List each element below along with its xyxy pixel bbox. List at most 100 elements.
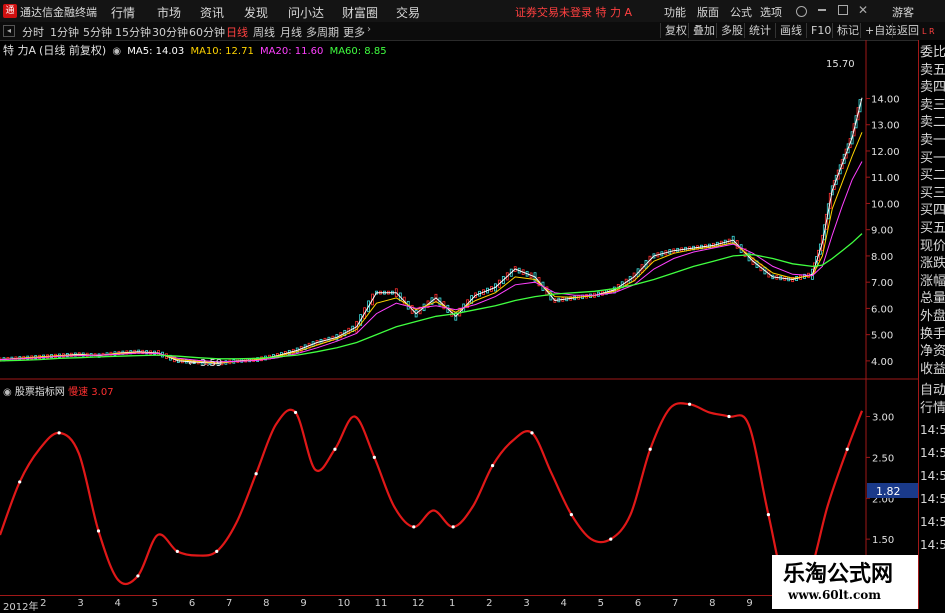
back-button[interactable]: 返回	[892, 23, 923, 38]
period-weekly[interactable]: 周线	[253, 24, 275, 40]
more-chevron-icon[interactable]: ›	[367, 24, 371, 35]
sidebar-item[interactable]: 买四	[920, 202, 945, 220]
series-ma20-line	[0, 161, 863, 363]
menu-trade[interactable]: 交易	[396, 4, 420, 21]
sidebar-item[interactable]: 买一	[920, 150, 945, 168]
xaxis-label: 11	[374, 598, 388, 609]
period-60min[interactable]: 60分钟	[189, 24, 225, 40]
series-slow-point	[333, 447, 337, 451]
menu-news[interactable]: 资讯	[200, 4, 224, 21]
sidebar-time: 14:50	[920, 515, 945, 529]
maximize-icon[interactable]	[838, 5, 848, 15]
restore-rights-button[interactable]: 复权	[660, 23, 691, 38]
sidebar-corner: L R	[922, 27, 935, 36]
sidebar-item[interactable]: 自动	[920, 382, 945, 400]
sidebar-item[interactable]: 净资	[920, 343, 945, 361]
period-30min[interactable]: 30分钟	[152, 24, 188, 40]
series-slow-point	[569, 513, 573, 517]
sidebar-item[interactable]: 卖五	[920, 62, 945, 80]
sidebar-item[interactable]: 买二	[920, 167, 945, 185]
xaxis-label: 5	[151, 598, 159, 609]
sidebar-item[interactable]: 委比	[920, 44, 945, 62]
sidebar-time: 14:50	[920, 538, 945, 552]
series-slow-point	[18, 480, 22, 484]
sidebar-time: 14:50	[920, 492, 945, 506]
sidebar-item[interactable]: 换手	[920, 326, 945, 344]
series-slow-point	[766, 513, 771, 517]
xaxis-label: 6	[634, 598, 642, 609]
period-1min[interactable]: 1分钟	[50, 24, 79, 40]
mark-button[interactable]: 标记	[832, 23, 863, 38]
watermark-url: www.60lt.com	[788, 588, 881, 602]
guest-label[interactable]: 游客	[892, 4, 914, 20]
main-ytick-label: 12.00	[871, 147, 900, 158]
sub-ytick-label: 1.50	[872, 535, 894, 546]
period-15min[interactable]: 15分钟	[115, 24, 151, 40]
sidebar-time: 14:50	[920, 469, 945, 483]
sidebar-item[interactable]: 买五	[920, 220, 945, 238]
xaxis-label: 3	[523, 598, 530, 609]
overlay-button[interactable]: 叠加	[688, 23, 719, 38]
sidebar-item[interactable]: 收益	[920, 361, 945, 379]
sidebar-item[interactable]: 行情	[920, 400, 945, 418]
menu-options[interactable]: 选项	[760, 4, 782, 20]
menu-wealth[interactable]: 财富圈	[342, 4, 378, 21]
sub-ytick-label: 3.00	[872, 413, 894, 424]
price-chart[interactable]: 14.00 13.00 12.00 11.00 10.00 9.00 8.00 7.00 6.0…	[0, 40, 918, 380]
series-slow-point	[845, 447, 849, 451]
menu-market-quotes[interactable]: 行情	[111, 4, 135, 21]
sidebar-item[interactable]: 卖二	[920, 114, 945, 132]
period-more[interactable]: 更多	[343, 24, 365, 40]
multi-stock-button[interactable]: 多股	[716, 23, 747, 38]
series-ma5-line	[0, 97, 863, 365]
sidebar-item[interactable]: 涨幅	[920, 273, 945, 291]
sidebar-item[interactable]: 现价	[920, 238, 945, 256]
series-ma60-line	[0, 233, 863, 362]
menu-market[interactable]: 市场	[157, 4, 181, 21]
statistics-button[interactable]: 统计	[744, 23, 775, 38]
xaxis-label: 1	[448, 598, 456, 609]
login-status: 证券交易未登录 特 力 A	[515, 6, 633, 19]
f10-button[interactable]: F10	[806, 23, 835, 38]
period-5min[interactable]: 5分钟	[83, 24, 112, 40]
menu-discover[interactable]: 发现	[244, 4, 268, 21]
draw-line-button[interactable]: 画线	[775, 23, 806, 38]
period-monthly[interactable]: 月线	[280, 24, 302, 40]
sidebar-item[interactable]: 总量	[920, 290, 945, 308]
sidebar-time: 14:50	[920, 446, 945, 460]
sidebar-item[interactable]: 涨跌	[920, 255, 945, 273]
xaxis-label: 9	[300, 598, 307, 609]
menu-ask[interactable]: 问小达	[288, 4, 324, 21]
sidebar-item[interactable]: 卖一	[920, 132, 945, 150]
series-slow-point	[175, 549, 179, 553]
xaxis-label: 9	[746, 598, 753, 609]
xaxis-label: 3	[77, 598, 84, 609]
period-multi[interactable]: 多周期	[306, 24, 339, 40]
series-slow-point	[57, 431, 61, 435]
main-ytick-label: 10.00	[871, 199, 900, 210]
xaxis-label: 8	[709, 598, 716, 609]
menu-layout[interactable]: 版面	[697, 4, 719, 20]
series-slow-line	[0, 402, 864, 595]
sidebar-item[interactable]: 卖三	[920, 97, 945, 115]
nav-left-icon[interactable]: ◂	[3, 25, 15, 37]
series-slow-point	[254, 472, 258, 476]
main-ytick-label: 14.00	[871, 94, 900, 105]
series-slow-point	[412, 525, 416, 529]
period-intraday[interactable]: 分时	[22, 24, 44, 40]
sidebar-item[interactable]: 外盘	[920, 308, 945, 326]
help-icon[interactable]	[796, 6, 807, 17]
close-icon[interactable]: ✕	[858, 3, 868, 17]
xaxis-label: 2012年	[3, 602, 39, 613]
minimize-icon[interactable]	[818, 9, 826, 11]
xaxis-label: 7	[225, 598, 233, 609]
menu-formula[interactable]: 公式	[730, 4, 752, 20]
sidebar-item[interactable]: 买三	[920, 185, 945, 203]
series-ma10-line	[0, 132, 863, 364]
menu-functions[interactable]: 功能	[664, 4, 686, 20]
period-daily[interactable]: 日线	[226, 24, 248, 40]
xaxis-label: 7	[671, 598, 679, 609]
series-slow-point	[451, 525, 455, 529]
sidebar-item[interactable]: 卖四	[920, 79, 945, 97]
xaxis-label: 8	[263, 598, 270, 609]
